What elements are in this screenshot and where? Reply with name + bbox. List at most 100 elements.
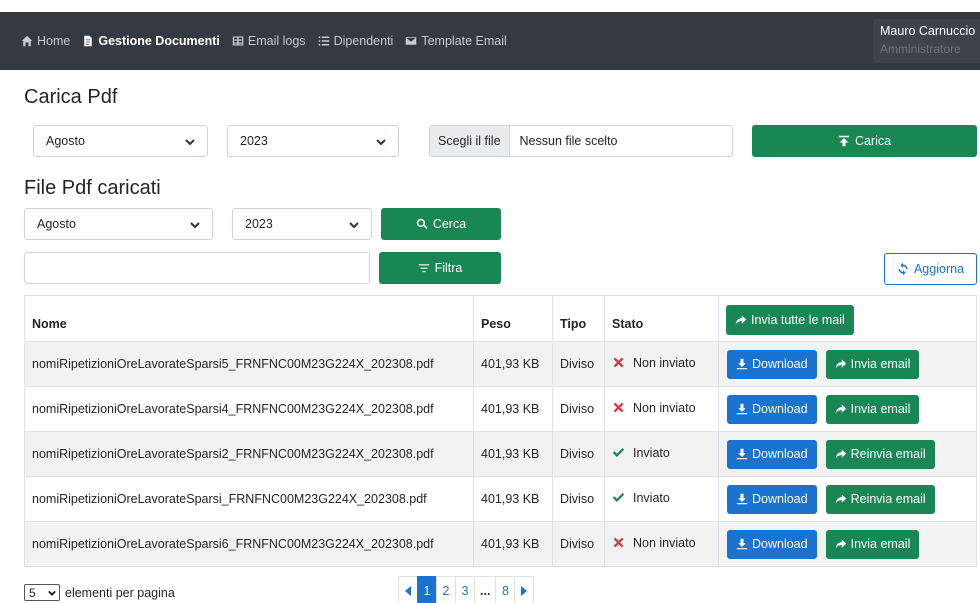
upload-icon (838, 135, 850, 147)
per-page-label: elementi per pagina (65, 585, 175, 600)
download-button[interactable]: Download (727, 529, 817, 559)
cell-file-type: Diviso (552, 341, 605, 387)
files-month-select[interactable]: Agosto (24, 208, 213, 240)
send-email-button[interactable]: Invia email (825, 349, 920, 379)
send-email-button[interactable]: Reinvia email (825, 439, 935, 469)
upload-title: Carica Pdf (24, 86, 118, 108)
download-icon (736, 538, 748, 550)
cell-actions: Download Reinvia email (718, 476, 977, 522)
chevron-down-icon (376, 136, 386, 146)
upload-button[interactable]: Carica (752, 125, 977, 157)
cell-file-name: nomiRipetizioniOreLavorateSparsi2_FRNFNC… (24, 431, 474, 477)
upload-year-select[interactable]: 2023 (227, 125, 399, 157)
cell-actions: Download Invia email (718, 341, 977, 387)
list-icon (318, 36, 329, 46)
cell-actions: Download Reinvia email (718, 431, 977, 477)
page-2[interactable]: 2 (436, 576, 456, 603)
nav-item-gestione-documenti[interactable]: Gestione Documenti (82, 34, 220, 48)
cell-status: Non inviato (604, 341, 719, 387)
cell-file-type: Diviso (552, 521, 605, 567)
cell-status: Non inviato (604, 521, 719, 567)
column-header-actions: Invia tutte le mail (718, 295, 977, 342)
caret-right-icon (521, 586, 528, 596)
send-email-button[interactable]: Reinvia email (825, 484, 935, 514)
chevron-down-icon (48, 590, 56, 596)
table-icon (232, 36, 244, 46)
user-menu[interactable]: Mauro Carnuccio Amministratore (873, 19, 980, 63)
page-1[interactable]: 1 (417, 576, 437, 603)
page-8[interactable]: 8 (495, 576, 516, 603)
status-badge: Inviato (612, 446, 670, 460)
nav-item-home[interactable]: Home (21, 34, 70, 48)
nav-item-template-email[interactable]: Template Email (405, 34, 507, 48)
per-page-select[interactable]: 5 (24, 584, 60, 601)
column-header-type[interactable]: Tipo (552, 295, 605, 342)
chevron-down-icon (190, 219, 200, 229)
download-button[interactable]: Download (727, 439, 817, 469)
file-status: Nessun file scelto (519, 134, 618, 148)
cell-file-size: 401,93 KB (473, 431, 553, 477)
files-year-select[interactable]: 2023 (232, 208, 372, 240)
download-button[interactable]: Download (727, 394, 817, 424)
send-all-emails-button[interactable]: Invia tutte le mail (726, 305, 854, 335)
cell-file-name: nomiRipetizioniOreLavorateSparsi4_FRNFNC… (24, 386, 474, 432)
share-arrow-icon (735, 315, 747, 325)
cell-status: Non inviato (604, 386, 719, 432)
table-row: nomiRipetizioniOreLavorateSparsi_FRNFNC0… (24, 476, 977, 522)
cell-file-name: nomiRipetizioniOreLavorateSparsi_FRNFNC0… (24, 476, 474, 522)
status-badge: Non inviato (612, 536, 696, 550)
refresh-button[interactable]: Aggiorna (884, 253, 977, 285)
pagination-next[interactable] (514, 576, 535, 603)
files-table: Nome Peso Tipo Stato Invia tutte le mail… (24, 295, 977, 567)
share-arrow-icon (835, 539, 846, 549)
download-button[interactable]: Download (727, 484, 817, 514)
user-name: Mauro Carnuccio (880, 24, 976, 38)
cell-actions: Download Invia email (718, 386, 977, 432)
pagination-prev[interactable] (398, 576, 418, 603)
send-email-button[interactable]: Invia email (825, 394, 920, 424)
table-row: nomiRipetizioniOreLavorateSparsi4_FRNFNC… (24, 386, 977, 432)
download-button[interactable]: Download (727, 349, 817, 379)
share-arrow-icon (835, 449, 846, 459)
pagination: 1 2 3 ... 8 (398, 576, 535, 603)
share-arrow-icon (835, 404, 846, 414)
upload-month-select[interactable]: Agosto (33, 125, 208, 157)
filter-button[interactable]: Filtra (379, 252, 501, 284)
download-icon (736, 403, 748, 415)
column-header-size[interactable]: Peso (473, 295, 553, 342)
column-header-name[interactable]: Nome (24, 295, 474, 342)
nav-item-email-logs[interactable]: Email logs (232, 34, 306, 48)
cell-status: Inviato (604, 476, 719, 522)
envelope-icon (406, 37, 417, 45)
filter-icon (418, 264, 429, 273)
cell-file-size: 401,93 KB (473, 521, 553, 567)
chevron-down-icon (185, 136, 195, 146)
download-icon (736, 358, 748, 370)
status-badge: Non inviato (612, 401, 696, 415)
column-header-status[interactable]: Stato (604, 295, 719, 342)
cell-file-name: nomiRipetizioniOreLavorateSparsi5_FRNFNC… (24, 341, 474, 387)
table-row: nomiRipetizioniOreLavorateSparsi6_FRNFNC… (24, 521, 977, 567)
page-ellipsis: ... (474, 576, 497, 603)
table-row: nomiRipetizioniOreLavorateSparsi2_FRNFNC… (24, 431, 977, 477)
share-arrow-icon (835, 494, 846, 504)
cell-file-type: Diviso (552, 476, 605, 522)
page-3[interactable]: 3 (455, 576, 475, 603)
chevron-down-icon (349, 219, 359, 229)
home-icon (21, 35, 33, 47)
filter-input[interactable] (24, 252, 370, 284)
cell-file-type: Diviso (552, 386, 605, 432)
items-per-page: 5 elementi per pagina (24, 584, 175, 601)
user-role: Amministratore (880, 42, 961, 56)
table-row: nomiRipetizioniOreLavorateSparsi5_FRNFNC… (24, 341, 977, 387)
file-input[interactable]: Scegli il file Nessun file scelto (429, 125, 733, 157)
nav-item-dipendenti[interactable]: Dipendenti (318, 34, 393, 48)
top-navbar: Home Gestione Documenti Email logs Dipen… (0, 12, 980, 70)
choose-file-button[interactable]: Scegli il file (430, 126, 510, 156)
x-icon (613, 357, 624, 368)
search-button[interactable]: Cerca (381, 208, 501, 240)
send-email-button[interactable]: Invia email (825, 529, 920, 559)
download-icon (736, 448, 748, 460)
cell-file-size: 401,93 KB (473, 386, 553, 432)
cell-file-type: Diviso (552, 431, 605, 477)
